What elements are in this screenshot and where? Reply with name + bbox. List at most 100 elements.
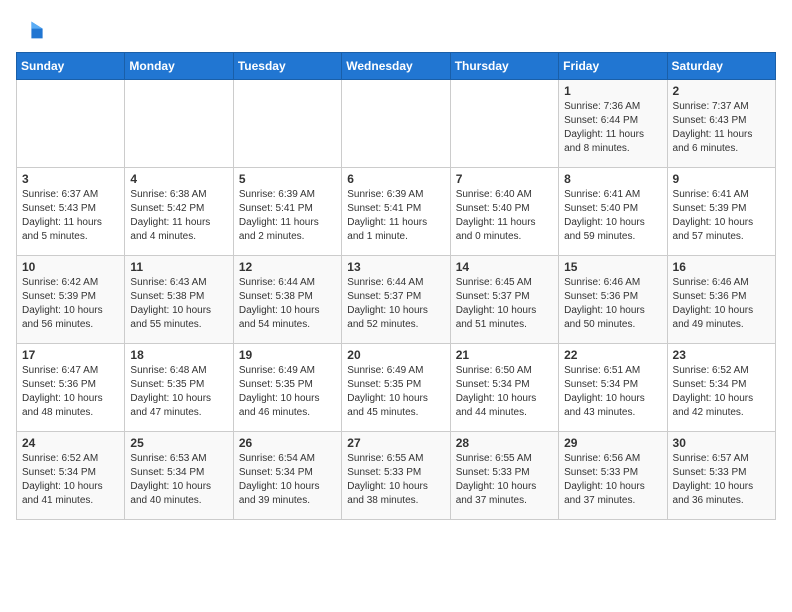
day-info: Sunrise: 6:50 AM Sunset: 5:34 PM Dayligh… — [456, 364, 553, 420]
day-info: Sunrise: 6:49 AM Sunset: 5:35 PM Dayligh… — [239, 364, 336, 420]
day-number: 30 — [673, 436, 770, 450]
day-number: 24 — [22, 436, 119, 450]
day-number: 13 — [347, 260, 444, 274]
day-info: Sunrise: 6:39 AM Sunset: 5:41 PM Dayligh… — [347, 188, 444, 244]
calendar-cell: 5Sunrise: 6:39 AM Sunset: 5:41 PM Daylig… — [233, 168, 341, 256]
calendar-cell: 19 Sunrise: 6:49 AM Sunset: 5:35 PM Dayli… — [233, 344, 341, 432]
calendar-cell: 18 Sunrise: 6:48 AM Sunset: 5:35 PM Dayli… — [125, 344, 233, 432]
day-number: 7 — [456, 172, 553, 186]
calendar-cell: 3Sunrise: 6:37 AM Sunset: 5:43 PM Daylig… — [17, 168, 125, 256]
calendar-cell: 23 Sunrise: 6:52 AM Sunset: 5:34 PM Dayli… — [667, 344, 775, 432]
day-number: 12 — [239, 260, 336, 274]
day-number: 15 — [564, 260, 661, 274]
day-number: 11 — [130, 260, 227, 274]
calendar-cell: 24 Sunrise: 6:52 AM Sunset: 5:34 PM Dayli… — [17, 432, 125, 520]
day-info: Sunrise: 6:55 AM Sunset: 5:33 PM Dayligh… — [456, 452, 553, 508]
day-number: 8 — [564, 172, 661, 186]
day-number: 5 — [239, 172, 336, 186]
calendar-cell — [17, 80, 125, 168]
calendar-week-row: 17 Sunrise: 6:47 AM Sunset: 5:36 PM Dayli… — [17, 344, 776, 432]
calendar-cell: 20 Sunrise: 6:49 AM Sunset: 5:35 PM Dayli… — [342, 344, 450, 432]
day-info: Sunrise: 6:54 AM Sunset: 5:34 PM Dayligh… — [239, 452, 336, 508]
calendar-cell: 29 Sunrise: 6:56 AM Sunset: 5:33 PM Dayli… — [559, 432, 667, 520]
calendar-cell: 7Sunrise: 6:40 AM Sunset: 5:40 PM Daylig… — [450, 168, 558, 256]
day-info: Sunrise: 6:44 AM Sunset: 5:38 PM Dayligh… — [239, 276, 336, 332]
day-info: Sunrise: 6:48 AM Sunset: 5:35 PM Dayligh… — [130, 364, 227, 420]
day-number: 18 — [130, 348, 227, 362]
day-info: Sunrise: 6:55 AM Sunset: 5:33 PM Dayligh… — [347, 452, 444, 508]
calendar-cell: 15 Sunrise: 6:46 AM Sunset: 5:36 PM Dayli… — [559, 256, 667, 344]
calendar-week-row: 10 Sunrise: 6:42 AM Sunset: 5:39 PM Dayli… — [17, 256, 776, 344]
day-number: 2 — [673, 84, 770, 98]
day-info: Sunrise: 6:37 AM Sunset: 5:43 PM Dayligh… — [22, 188, 119, 244]
calendar-cell: 12 Sunrise: 6:44 AM Sunset: 5:38 PM Dayli… — [233, 256, 341, 344]
calendar-cell: 17 Sunrise: 6:47 AM Sunset: 5:36 PM Dayli… — [17, 344, 125, 432]
calendar-cell: 4 Sunrise: 6:38 AM Sunset: 5:42 PM Daylig… — [125, 168, 233, 256]
day-number: 26 — [239, 436, 336, 450]
day-info: Sunrise: 6:41 AM Sunset: 5:40 PM Dayligh… — [564, 188, 661, 244]
day-info: Sunrise: 6:57 AM Sunset: 5:33 PM Dayligh… — [673, 452, 770, 508]
calendar-cell: 27Sunrise: 6:55 AM Sunset: 5:33 PM Dayli… — [342, 432, 450, 520]
logo — [16, 16, 48, 44]
calendar-body: 1Sunrise: 7:36 AM Sunset: 6:44 PM Daylig… — [17, 80, 776, 520]
day-info: Sunrise: 6:51 AM Sunset: 5:34 PM Dayligh… — [564, 364, 661, 420]
day-number: 6 — [347, 172, 444, 186]
day-info: Sunrise: 6:46 AM Sunset: 5:36 PM Dayligh… — [673, 276, 770, 332]
calendar-week-row: 3Sunrise: 6:37 AM Sunset: 5:43 PM Daylig… — [17, 168, 776, 256]
calendar-cell: 14Sunrise: 6:45 AM Sunset: 5:37 PM Dayli… — [450, 256, 558, 344]
day-number: 22 — [564, 348, 661, 362]
header-day: Friday — [559, 53, 667, 80]
calendar-week-row: 1Sunrise: 7:36 AM Sunset: 6:44 PM Daylig… — [17, 80, 776, 168]
day-info: Sunrise: 6:47 AM Sunset: 5:36 PM Dayligh… — [22, 364, 119, 420]
calendar-cell: 11 Sunrise: 6:43 AM Sunset: 5:38 PM Dayli… — [125, 256, 233, 344]
day-info: Sunrise: 6:46 AM Sunset: 5:36 PM Dayligh… — [564, 276, 661, 332]
day-info: Sunrise: 6:38 AM Sunset: 5:42 PM Dayligh… — [130, 188, 227, 244]
day-info: Sunrise: 6:44 AM Sunset: 5:37 PM Dayligh… — [347, 276, 444, 332]
calendar-cell — [450, 80, 558, 168]
calendar-cell — [342, 80, 450, 168]
calendar-week-row: 24 Sunrise: 6:52 AM Sunset: 5:34 PM Dayli… — [17, 432, 776, 520]
day-number: 10 — [22, 260, 119, 274]
day-info: Sunrise: 6:42 AM Sunset: 5:39 PM Dayligh… — [22, 276, 119, 332]
day-info: Sunrise: 6:52 AM Sunset: 5:34 PM Dayligh… — [22, 452, 119, 508]
header — [16, 16, 776, 44]
day-number: 14 — [456, 260, 553, 274]
day-info: Sunrise: 7:37 AM Sunset: 6:43 PM Dayligh… — [673, 100, 770, 156]
calendar-cell: 22 Sunrise: 6:51 AM Sunset: 5:34 PM Dayli… — [559, 344, 667, 432]
day-number: 23 — [673, 348, 770, 362]
header-day: Saturday — [667, 53, 775, 80]
header-day: Wednesday — [342, 53, 450, 80]
day-number: 9 — [673, 172, 770, 186]
header-row: SundayMondayTuesdayWednesdayThursdayFrid… — [17, 53, 776, 80]
calendar-cell: 2 Sunrise: 7:37 AM Sunset: 6:43 PM Daylig… — [667, 80, 775, 168]
header-day: Sunday — [17, 53, 125, 80]
day-number: 16 — [673, 260, 770, 274]
calendar-cell: 1Sunrise: 7:36 AM Sunset: 6:44 PM Daylig… — [559, 80, 667, 168]
calendar-table: SundayMondayTuesdayWednesdayThursdayFrid… — [16, 52, 776, 520]
day-number: 1 — [564, 84, 661, 98]
calendar-cell: 9Sunrise: 6:41 AM Sunset: 5:39 PM Daylig… — [667, 168, 775, 256]
calendar-cell: 8 Sunrise: 6:41 AM Sunset: 5:40 PM Daylig… — [559, 168, 667, 256]
calendar-cell: 16 Sunrise: 6:46 AM Sunset: 5:36 PM Dayli… — [667, 256, 775, 344]
day-number: 20 — [347, 348, 444, 362]
day-number: 17 — [22, 348, 119, 362]
header-day: Thursday — [450, 53, 558, 80]
calendar-cell: 25 Sunrise: 6:53 AM Sunset: 5:34 PM Dayli… — [125, 432, 233, 520]
calendar-cell: 10 Sunrise: 6:42 AM Sunset: 5:39 PM Dayli… — [17, 256, 125, 344]
day-number: 29 — [564, 436, 661, 450]
day-info: Sunrise: 6:43 AM Sunset: 5:38 PM Dayligh… — [130, 276, 227, 332]
day-info: Sunrise: 6:56 AM Sunset: 5:33 PM Dayligh… — [564, 452, 661, 508]
calendar-cell: 30 Sunrise: 6:57 AM Sunset: 5:33 PM Dayli… — [667, 432, 775, 520]
calendar-cell: 26 Sunrise: 6:54 AM Sunset: 5:34 PM Dayli… — [233, 432, 341, 520]
calendar-cell — [125, 80, 233, 168]
day-number: 21 — [456, 348, 553, 362]
logo-icon — [16, 16, 44, 44]
day-info: Sunrise: 6:52 AM Sunset: 5:34 PM Dayligh… — [673, 364, 770, 420]
day-number: 19 — [239, 348, 336, 362]
day-info: Sunrise: 6:53 AM Sunset: 5:34 PM Dayligh… — [130, 452, 227, 508]
day-number: 4 — [130, 172, 227, 186]
header-day: Monday — [125, 53, 233, 80]
day-info: Sunrise: 6:49 AM Sunset: 5:35 PM Dayligh… — [347, 364, 444, 420]
day-number: 25 — [130, 436, 227, 450]
calendar-cell: 28Sunrise: 6:55 AM Sunset: 5:33 PM Dayli… — [450, 432, 558, 520]
